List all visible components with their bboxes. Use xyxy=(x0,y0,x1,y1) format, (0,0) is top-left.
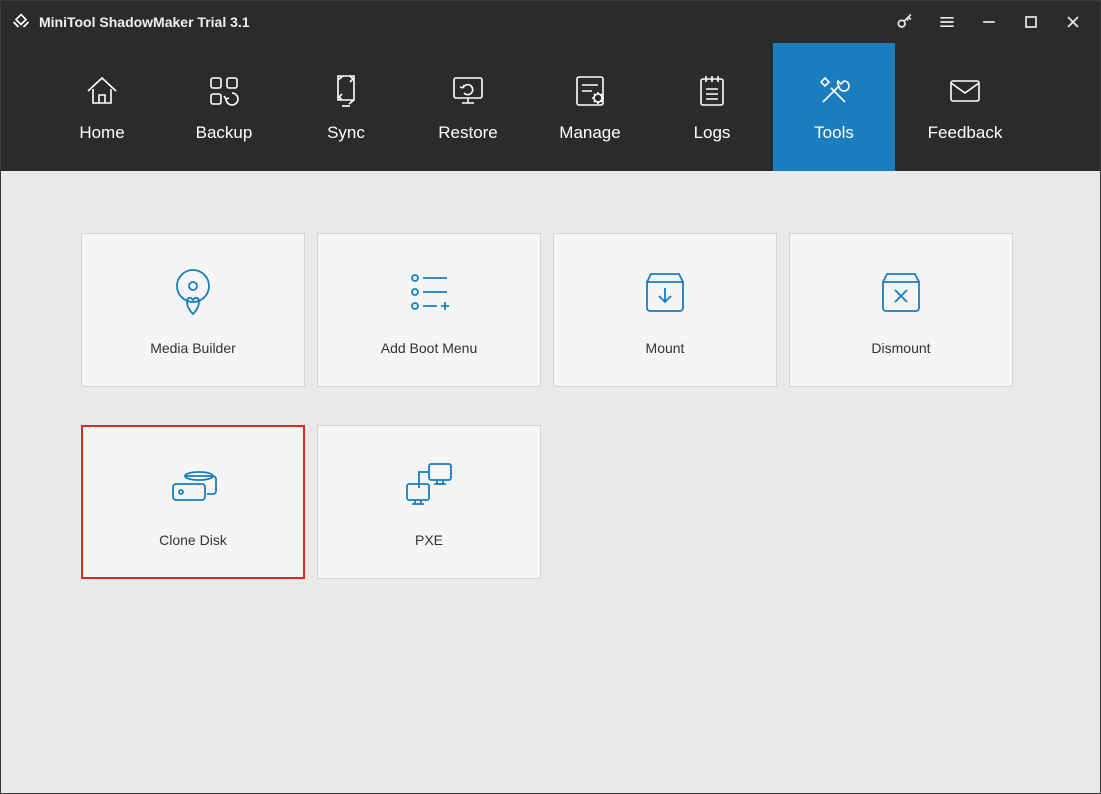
pxe-icon xyxy=(401,456,457,512)
menu-icon[interactable] xyxy=(926,1,968,43)
tool-label: PXE xyxy=(415,532,443,548)
list-plus-icon xyxy=(401,264,457,320)
nav-label: Backup xyxy=(196,123,253,143)
nav-label: Feedback xyxy=(928,123,1003,143)
tool-grid: Media Builder Add Boot Menu Mount Dismou… xyxy=(81,233,1021,579)
main-nav: Home Backup Sync Restore Manage xyxy=(1,43,1100,171)
tools-panel: Media Builder Add Boot Menu Mount Dismou… xyxy=(1,171,1100,793)
box-down-icon xyxy=(637,264,693,320)
backup-icon xyxy=(204,71,244,111)
nav-restore[interactable]: Restore xyxy=(407,43,529,171)
nav-label: Sync xyxy=(327,123,365,143)
nav-logs[interactable]: Logs xyxy=(651,43,773,171)
tool-media-builder[interactable]: Media Builder xyxy=(81,233,305,387)
nav-label: Manage xyxy=(559,123,620,143)
nav-backup[interactable]: Backup xyxy=(163,43,285,171)
tool-add-boot-menu[interactable]: Add Boot Menu xyxy=(317,233,541,387)
nav-label: Logs xyxy=(694,123,731,143)
tool-pxe[interactable]: PXE xyxy=(317,425,541,579)
nav-label: Home xyxy=(79,123,124,143)
key-icon[interactable] xyxy=(884,1,926,43)
maximize-button[interactable] xyxy=(1010,1,1052,43)
tool-mount[interactable]: Mount xyxy=(553,233,777,387)
restore-icon xyxy=(448,71,488,111)
feedback-icon xyxy=(945,71,985,111)
home-icon xyxy=(82,71,122,111)
manage-icon xyxy=(570,71,610,111)
clone-disk-icon xyxy=(165,456,221,512)
nav-home[interactable]: Home xyxy=(41,43,163,171)
tool-label: Media Builder xyxy=(150,340,236,356)
nav-manage[interactable]: Manage xyxy=(529,43,651,171)
app-logo-icon xyxy=(11,12,31,32)
tool-label: Mount xyxy=(646,340,685,356)
sync-icon xyxy=(326,71,366,111)
nav-feedback[interactable]: Feedback xyxy=(895,43,1035,171)
titlebar: MiniTool ShadowMaker Trial 3.1 xyxy=(1,1,1100,43)
logs-icon xyxy=(692,71,732,111)
close-button[interactable] xyxy=(1052,1,1094,43)
app-title: MiniTool ShadowMaker Trial 3.1 xyxy=(39,14,250,30)
nav-sync[interactable]: Sync xyxy=(285,43,407,171)
tool-label: Dismount xyxy=(871,340,930,356)
app-window: MiniTool ShadowMaker Trial 3.1 Home xyxy=(0,0,1101,794)
tools-icon xyxy=(814,71,854,111)
tool-clone-disk[interactable]: Clone Disk xyxy=(81,425,305,579)
tool-dismount[interactable]: Dismount xyxy=(789,233,1013,387)
tool-label: Clone Disk xyxy=(159,532,227,548)
minimize-button[interactable] xyxy=(968,1,1010,43)
tool-label: Add Boot Menu xyxy=(381,340,478,356)
nav-label: Restore xyxy=(438,123,498,143)
nav-tools[interactable]: Tools xyxy=(773,43,895,171)
nav-label: Tools xyxy=(814,123,854,143)
box-x-icon xyxy=(873,264,929,320)
disc-flame-icon xyxy=(165,264,221,320)
